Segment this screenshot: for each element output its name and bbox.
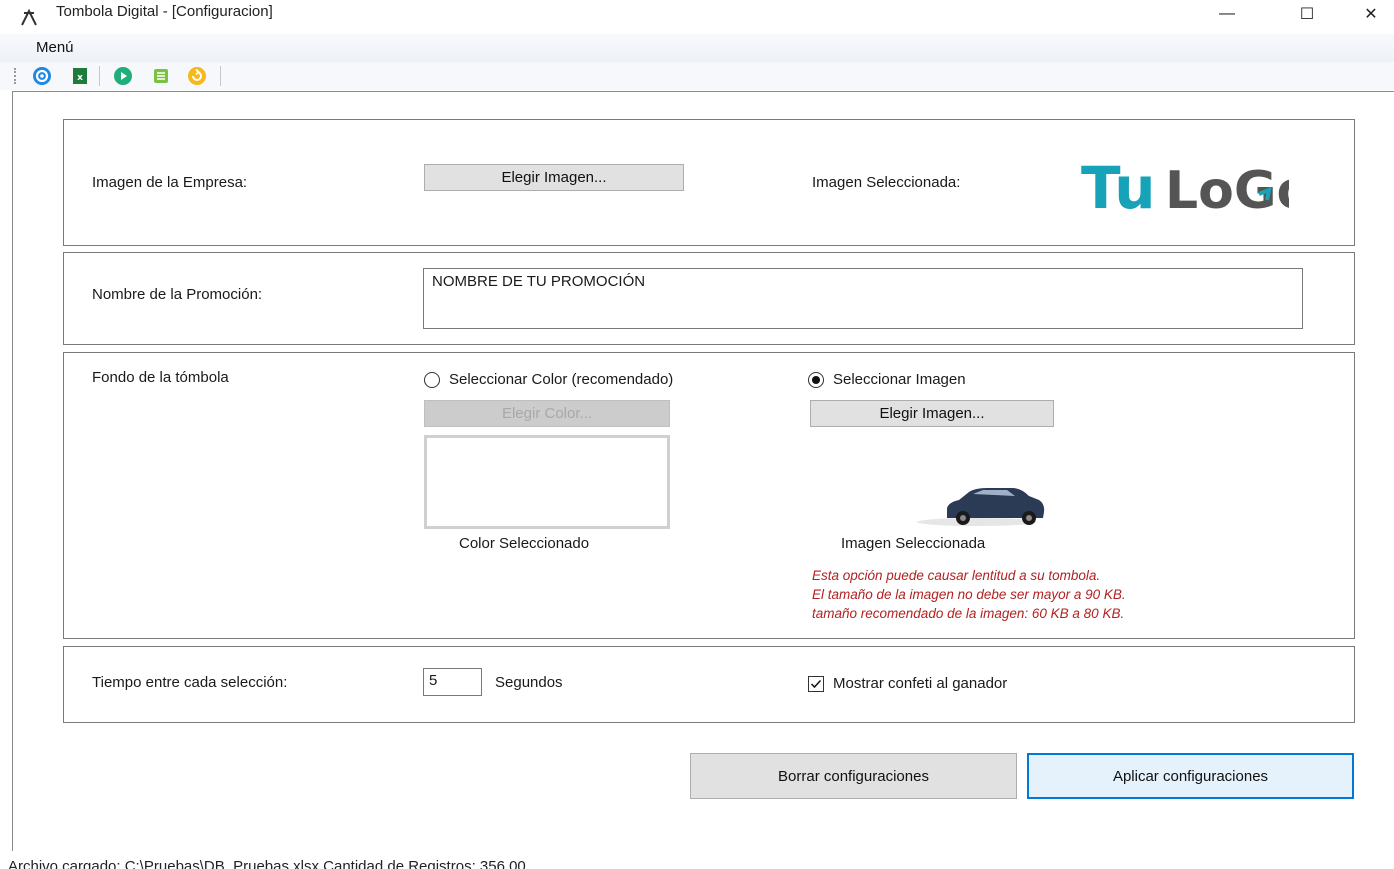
- choose-company-image-button[interactable]: Elegir Imagen...: [424, 164, 684, 191]
- radio-circle[interactable]: [424, 371, 440, 388]
- menu-bar: [0, 34, 1394, 62]
- close-button[interactable]: ✕: [1348, 0, 1394, 28]
- interval-label: Tiempo entre cada selección:: [92, 674, 288, 691]
- color-preview: [424, 435, 670, 529]
- background-label: Fondo de la tómbola: [92, 369, 229, 386]
- menu-item-menu[interactable]: Menú: [36, 39, 74, 56]
- car-image: [917, 488, 1045, 526]
- image-selected-caption: Imagen Seleccionada: [841, 535, 986, 552]
- choose-background-image-button[interactable]: Elegir Imagen...: [810, 400, 1054, 427]
- warning-line: tamaño recomendado de la imagen: 60 KB a…: [812, 606, 1125, 621]
- checkbox-box[interactable]: [808, 675, 824, 692]
- radio-dot: [812, 375, 820, 384]
- radio-circle[interactable]: [808, 371, 824, 388]
- status-bar: Archivo cargado: C:\Pruebas\DB_Pruebas.x…: [0, 858, 1394, 869]
- toolbar-grip[interactable]: [14, 68, 17, 84]
- selected-image-label: Imagen Seleccionada:: [812, 174, 961, 191]
- apply-settings-button[interactable]: Aplicar configuraciones: [1027, 753, 1354, 799]
- play-icon[interactable]: [112, 65, 134, 87]
- logo-text-tu: Tu: [1081, 154, 1155, 220]
- interval-input[interactable]: 5: [423, 668, 482, 696]
- check-icon: [810, 679, 822, 688]
- company-logo-preview: Tu LoGo: [1055, 137, 1303, 233]
- toolbar-separator: [220, 66, 221, 86]
- status-text: Archivo cargado: C:\Pruebas\DB_Pruebas.x…: [8, 858, 526, 869]
- window-title: Tombola Digital - [Configuracion]: [56, 3, 273, 20]
- warning-line: Esta opción puede causar lentitud a su t…: [812, 568, 1101, 583]
- select-color-label: Seleccionar Color (recomendado): [449, 371, 674, 388]
- promotion-label: Nombre de la Promoción:: [92, 286, 263, 303]
- excel-icon[interactable]: x: [69, 65, 91, 87]
- maximize-button[interactable]: ☐: [1284, 0, 1330, 28]
- confetti-checkbox[interactable]: Mostrar confeti al ganador: [808, 675, 1007, 692]
- svg-text:x: x: [77, 73, 83, 83]
- clear-settings-button[interactable]: Borrar configuraciones: [690, 753, 1017, 799]
- color-selected-caption: Color Seleccionado: [459, 535, 590, 552]
- confetti-label: Mostrar confeti al ganador: [833, 675, 1008, 692]
- image-warning: Esta opción puede causar lentitud a su t…: [812, 566, 1126, 623]
- toolbar: [0, 62, 1394, 90]
- seconds-label: Segundos: [495, 674, 563, 691]
- refresh-icon[interactable]: [186, 65, 208, 87]
- background-image-preview: [807, 434, 1055, 530]
- warning-line: El tamaño de la imagen no debe ser mayor…: [812, 587, 1126, 602]
- select-image-radio[interactable]: Seleccionar Imagen: [808, 371, 966, 388]
- settings-icon[interactable]: [31, 65, 53, 87]
- list-icon[interactable]: [150, 65, 172, 87]
- app-icon: [18, 5, 40, 27]
- toolbar-separator: [99, 66, 100, 86]
- promotion-name-input[interactable]: NOMBRE DE TU PROMOCIÓN: [423, 268, 1303, 329]
- company-image-label: Imagen de la Empresa:: [92, 174, 248, 191]
- minimize-button[interactable]: —: [1204, 0, 1250, 28]
- background-group: [63, 352, 1355, 639]
- panel-border: [12, 91, 1394, 92]
- choose-color-button[interactable]: Elegir Color...: [424, 400, 670, 427]
- select-color-radio[interactable]: Seleccionar Color (recomendado): [424, 371, 673, 388]
- select-image-label: Seleccionar Imagen: [833, 371, 966, 388]
- panel-border: [12, 91, 13, 851]
